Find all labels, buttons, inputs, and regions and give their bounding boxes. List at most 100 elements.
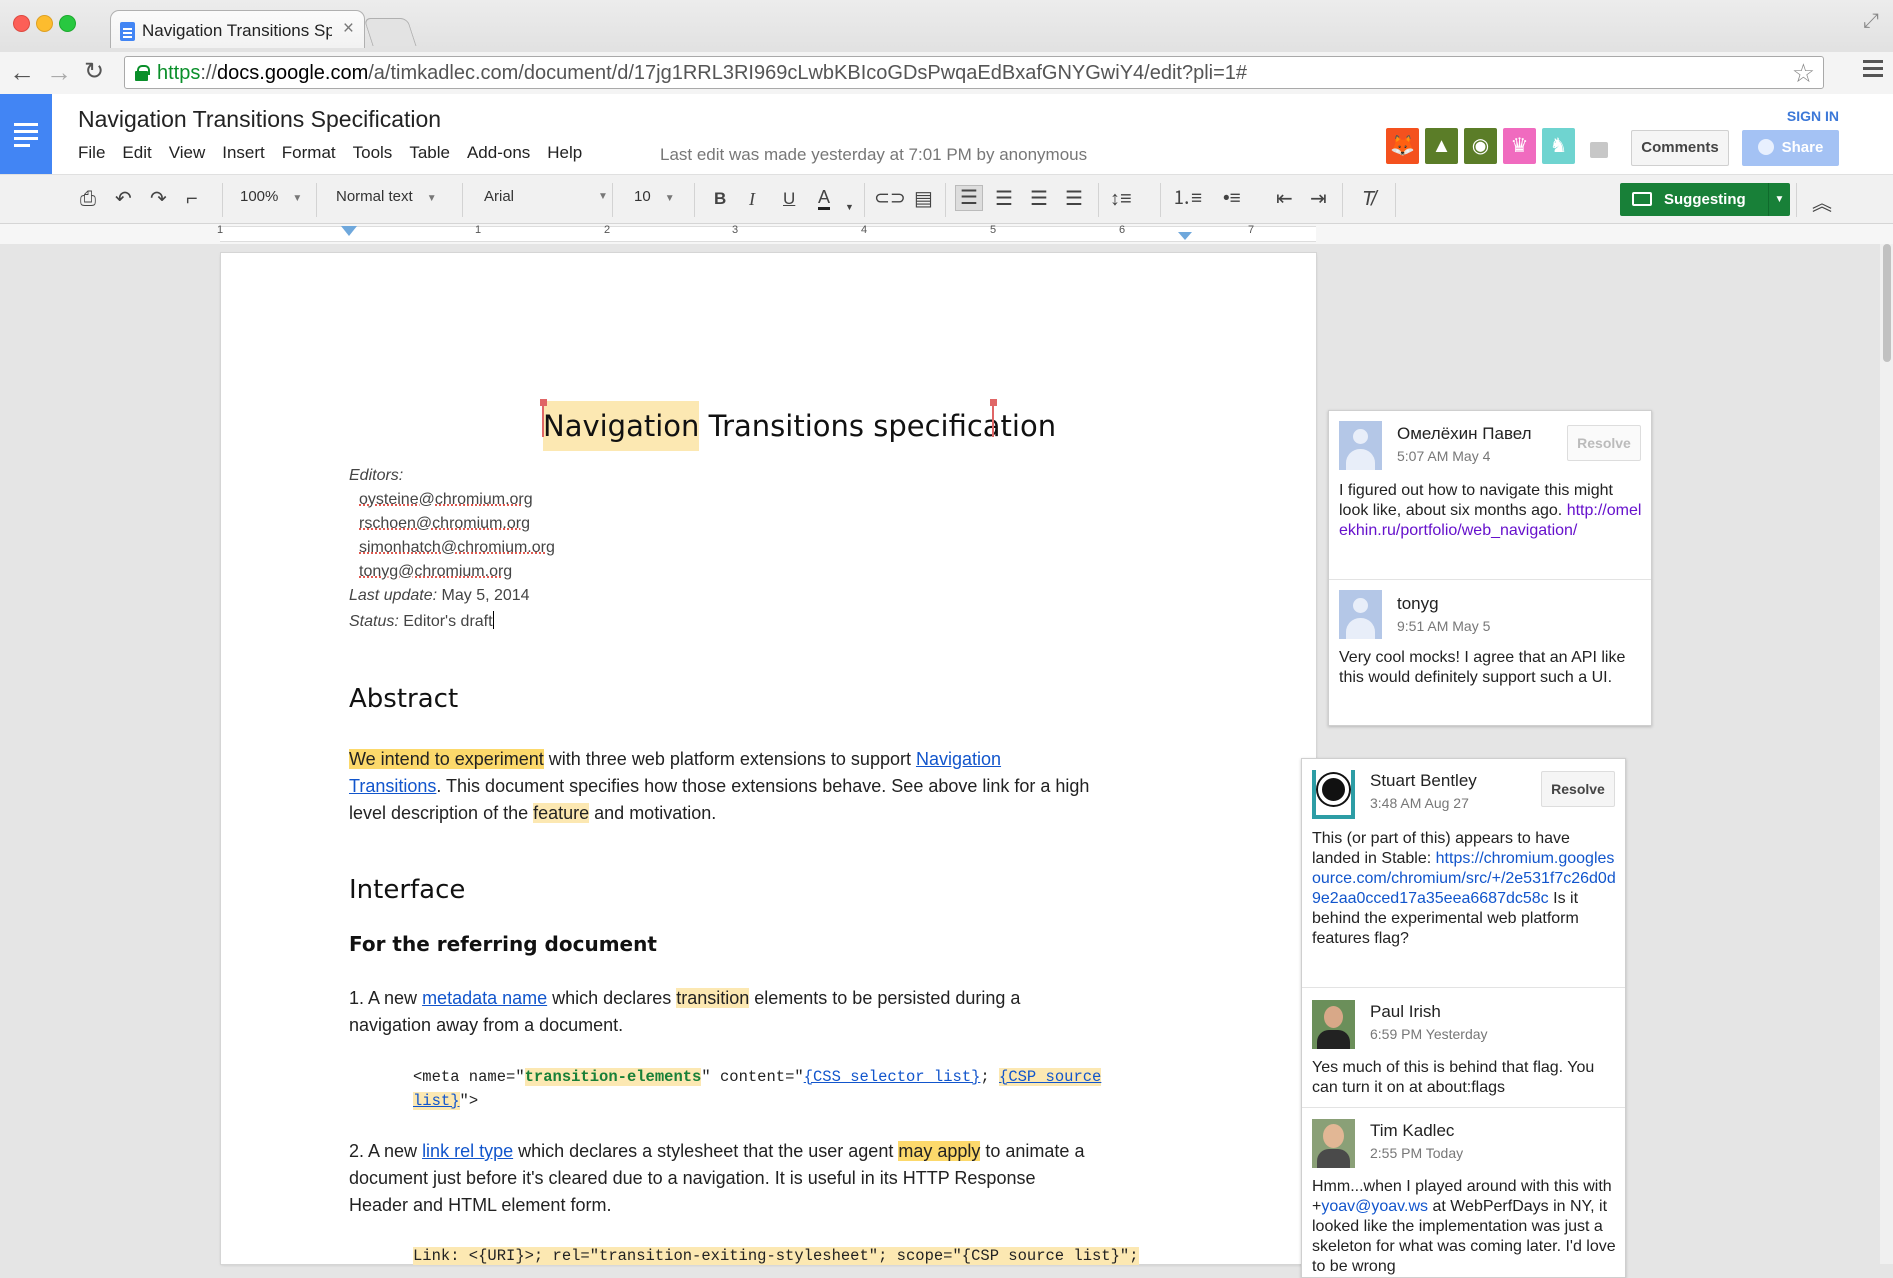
text: elements to be persisted during a <box>749 988 1021 1008</box>
tab-title: Navigation Transitions Spe <box>142 21 332 40</box>
collapse-toolbar-icon[interactable]: ︽ <box>1812 187 1832 216</box>
menu-tools[interactable]: Tools <box>353 143 393 162</box>
align-left-icon[interactable]: ☰ <box>955 185 983 211</box>
menu-edit[interactable]: Edit <box>122 143 151 162</box>
status-label: Status: <box>349 613 399 630</box>
clear-formatting-icon[interactable]: T̸ <box>1362 187 1374 211</box>
chat-icon[interactable] <box>1590 142 1608 158</box>
underline-button[interactable]: U <box>783 187 795 211</box>
menu-insert[interactable]: Insert <box>222 143 265 162</box>
right-indent-marker[interactable] <box>1178 232 1192 240</box>
ruler-number: 1 <box>217 224 224 236</box>
document-title[interactable]: Navigation Transitions Specification <box>78 106 441 133</box>
menu-help[interactable]: Help <box>547 143 582 162</box>
style-select[interactable]: Normal text ▼ <box>336 188 437 205</box>
navigation-transitions-link[interactable]: Transitions <box>349 776 436 796</box>
left-indent-marker[interactable] <box>341 226 357 236</box>
align-center-icon[interactable]: ☰ <box>995 187 1013 211</box>
back-icon[interactable]: ← <box>9 59 35 85</box>
link-rel-type-link[interactable]: link rel type <box>422 1141 513 1161</box>
comment-thread[interactable]: Stuart Bentley 3:48 AM Aug 27 Resolve Th… <box>1301 758 1626 1278</box>
editor-email[interactable]: rschoen@chromium.org <box>359 515 530 533</box>
menu-format[interactable]: Format <box>282 143 336 162</box>
menu-view[interactable]: View <box>169 143 206 162</box>
zoom-select[interactable]: 100% ▼ <box>240 188 302 205</box>
close-tab-icon[interactable]: × <box>343 18 354 40</box>
paint-format-icon[interactable]: ⌐ <box>186 187 198 211</box>
text: with three web platform extensions to su… <box>543 749 916 769</box>
align-right-icon[interactable]: ☰ <box>1030 187 1048 211</box>
comment-thread[interactable]: Омелёхин Павел 5:07 AM May 4 Resolve I f… <box>1328 410 1652 726</box>
ruler-number: 6 <box>1119 224 1126 236</box>
highlight: We intend to experiment <box>349 749 544 769</box>
docs-home-logo[interactable] <box>0 94 52 174</box>
collaborator-avatar[interactable]: ♛ <box>1503 128 1536 164</box>
font-size-select[interactable]: 10 ▼ <box>634 188 675 205</box>
last-edit-status[interactable]: Last edit was made yesterday at 7:01 PM … <box>660 145 1087 165</box>
collaborator-avatar[interactable]: ♞ <box>1542 128 1575 164</box>
text-color-caret-icon[interactable]: ▼ <box>845 195 854 219</box>
bookmark-star-icon[interactable]: ☆ <box>1792 58 1815 89</box>
share-button[interactable]: Share <box>1742 130 1839 166</box>
forward-icon[interactable]: → <box>46 59 72 85</box>
zoom-window-button[interactable] <box>59 15 76 32</box>
increase-indent-icon[interactable]: ⇥ <box>1310 187 1327 211</box>
new-tab-button[interactable] <box>363 18 417 46</box>
browser-tab[interactable]: Navigation Transitions Spe × <box>110 10 365 48</box>
address-bar[interactable]: https://docs.google.com/a/timkadlec.com/… <box>124 56 1824 89</box>
resolve-button[interactable]: Resolve <box>1541 771 1615 807</box>
suggesting-caret-icon[interactable]: ▼ <box>1768 183 1790 216</box>
font-value: Arial <box>484 188 515 205</box>
fullscreen-icon[interactable]: ⤢ <box>1863 10 1879 33</box>
reload-icon[interactable]: ↻ <box>84 59 104 85</box>
font-select[interactable]: Arial ▼ <box>484 188 608 205</box>
suggesting-mode-button[interactable]: Suggesting ▼ <box>1620 183 1790 216</box>
editor-email[interactable]: simonhatch@chromium.org <box>359 539 555 557</box>
insert-comment-icon[interactable]: ▤ <box>914 187 933 211</box>
bold-button[interactable]: B <box>714 187 726 211</box>
minimize-window-button[interactable] <box>36 15 53 32</box>
menu-addons[interactable]: Add-ons <box>467 143 530 162</box>
scrollbar-thumb[interactable] <box>1883 244 1891 362</box>
navigation-transitions-link[interactable]: Navigation <box>916 749 1001 769</box>
numbered-list-icon[interactable]: ⒈≡ <box>1172 187 1202 211</box>
url-text[interactable]: https://docs.google.com/a/timkadlec.com/… <box>157 62 1247 85</box>
italic-button[interactable]: I <box>749 187 755 211</box>
menu-table[interactable]: Table <box>409 143 450 162</box>
comments-button[interactable]: Comments <box>1631 130 1729 166</box>
metadata-name-link[interactable]: metadata name <box>422 988 547 1008</box>
vertical-scrollbar[interactable] <box>1880 244 1893 1264</box>
resolve-button[interactable]: Resolve <box>1567 425 1641 461</box>
sign-in-link[interactable]: SIGN IN <box>1787 108 1839 124</box>
font-size-value: 10 <box>634 188 651 205</box>
print-icon[interactable]: ⎙ <box>80 187 96 211</box>
line-spacing-icon[interactable]: ↕≡ <box>1110 187 1132 211</box>
bulleted-list-icon[interactable]: •≡ <box>1223 187 1241 211</box>
document-heading[interactable]: Navigation Transitions specification <box>543 401 1056 451</box>
close-window-button[interactable] <box>13 15 30 32</box>
comment: Stuart Bentley 3:48 AM Aug 27 Resolve Th… <box>1302 759 1625 987</box>
editor-email[interactable]: oysteine@chromium.org <box>359 491 533 509</box>
menu-file[interactable]: File <box>78 143 105 162</box>
comment-time: 9:51 AM May 5 <box>1397 618 1491 634</box>
last-update-line: Last update: May 5, 2014 <box>349 587 530 605</box>
text-color-button[interactable]: A <box>818 187 831 210</box>
collaborator-avatar[interactable]: ▲ <box>1425 128 1458 164</box>
document-page[interactable]: Navigation Transitions specification Edi… <box>221 253 1316 1265</box>
kangaroo-icon: ♞ <box>1549 135 1568 157</box>
browser-chrome: Navigation Transitions Spe × ⤢ ← → ↻ htt… <box>0 0 1893 94</box>
mention-link[interactable]: yoav@yoav.ws <box>1321 1198 1428 1215</box>
undo-icon[interactable]: ↶ <box>115 187 132 211</box>
collaborator-avatar[interactable]: ◉ <box>1464 128 1497 164</box>
insert-link-icon[interactable]: ⊂⊃ <box>874 187 906 211</box>
redo-icon[interactable]: ↷ <box>150 187 167 211</box>
collaborator-avatar[interactable]: 🦊 <box>1386 128 1419 164</box>
editor-email[interactable]: tonyg@chromium.org <box>359 563 512 581</box>
share-label: Share <box>1781 139 1824 156</box>
text: level description of the <box>349 803 534 823</box>
browser-menu-icon[interactable] <box>1863 60 1883 81</box>
align-justify-icon[interactable]: ☰ <box>1065 187 1083 211</box>
abstract-line-3: level description of the feature and mot… <box>349 803 716 824</box>
user-avatar <box>1339 421 1382 470</box>
decrease-indent-icon[interactable]: ⇤ <box>1276 187 1293 211</box>
